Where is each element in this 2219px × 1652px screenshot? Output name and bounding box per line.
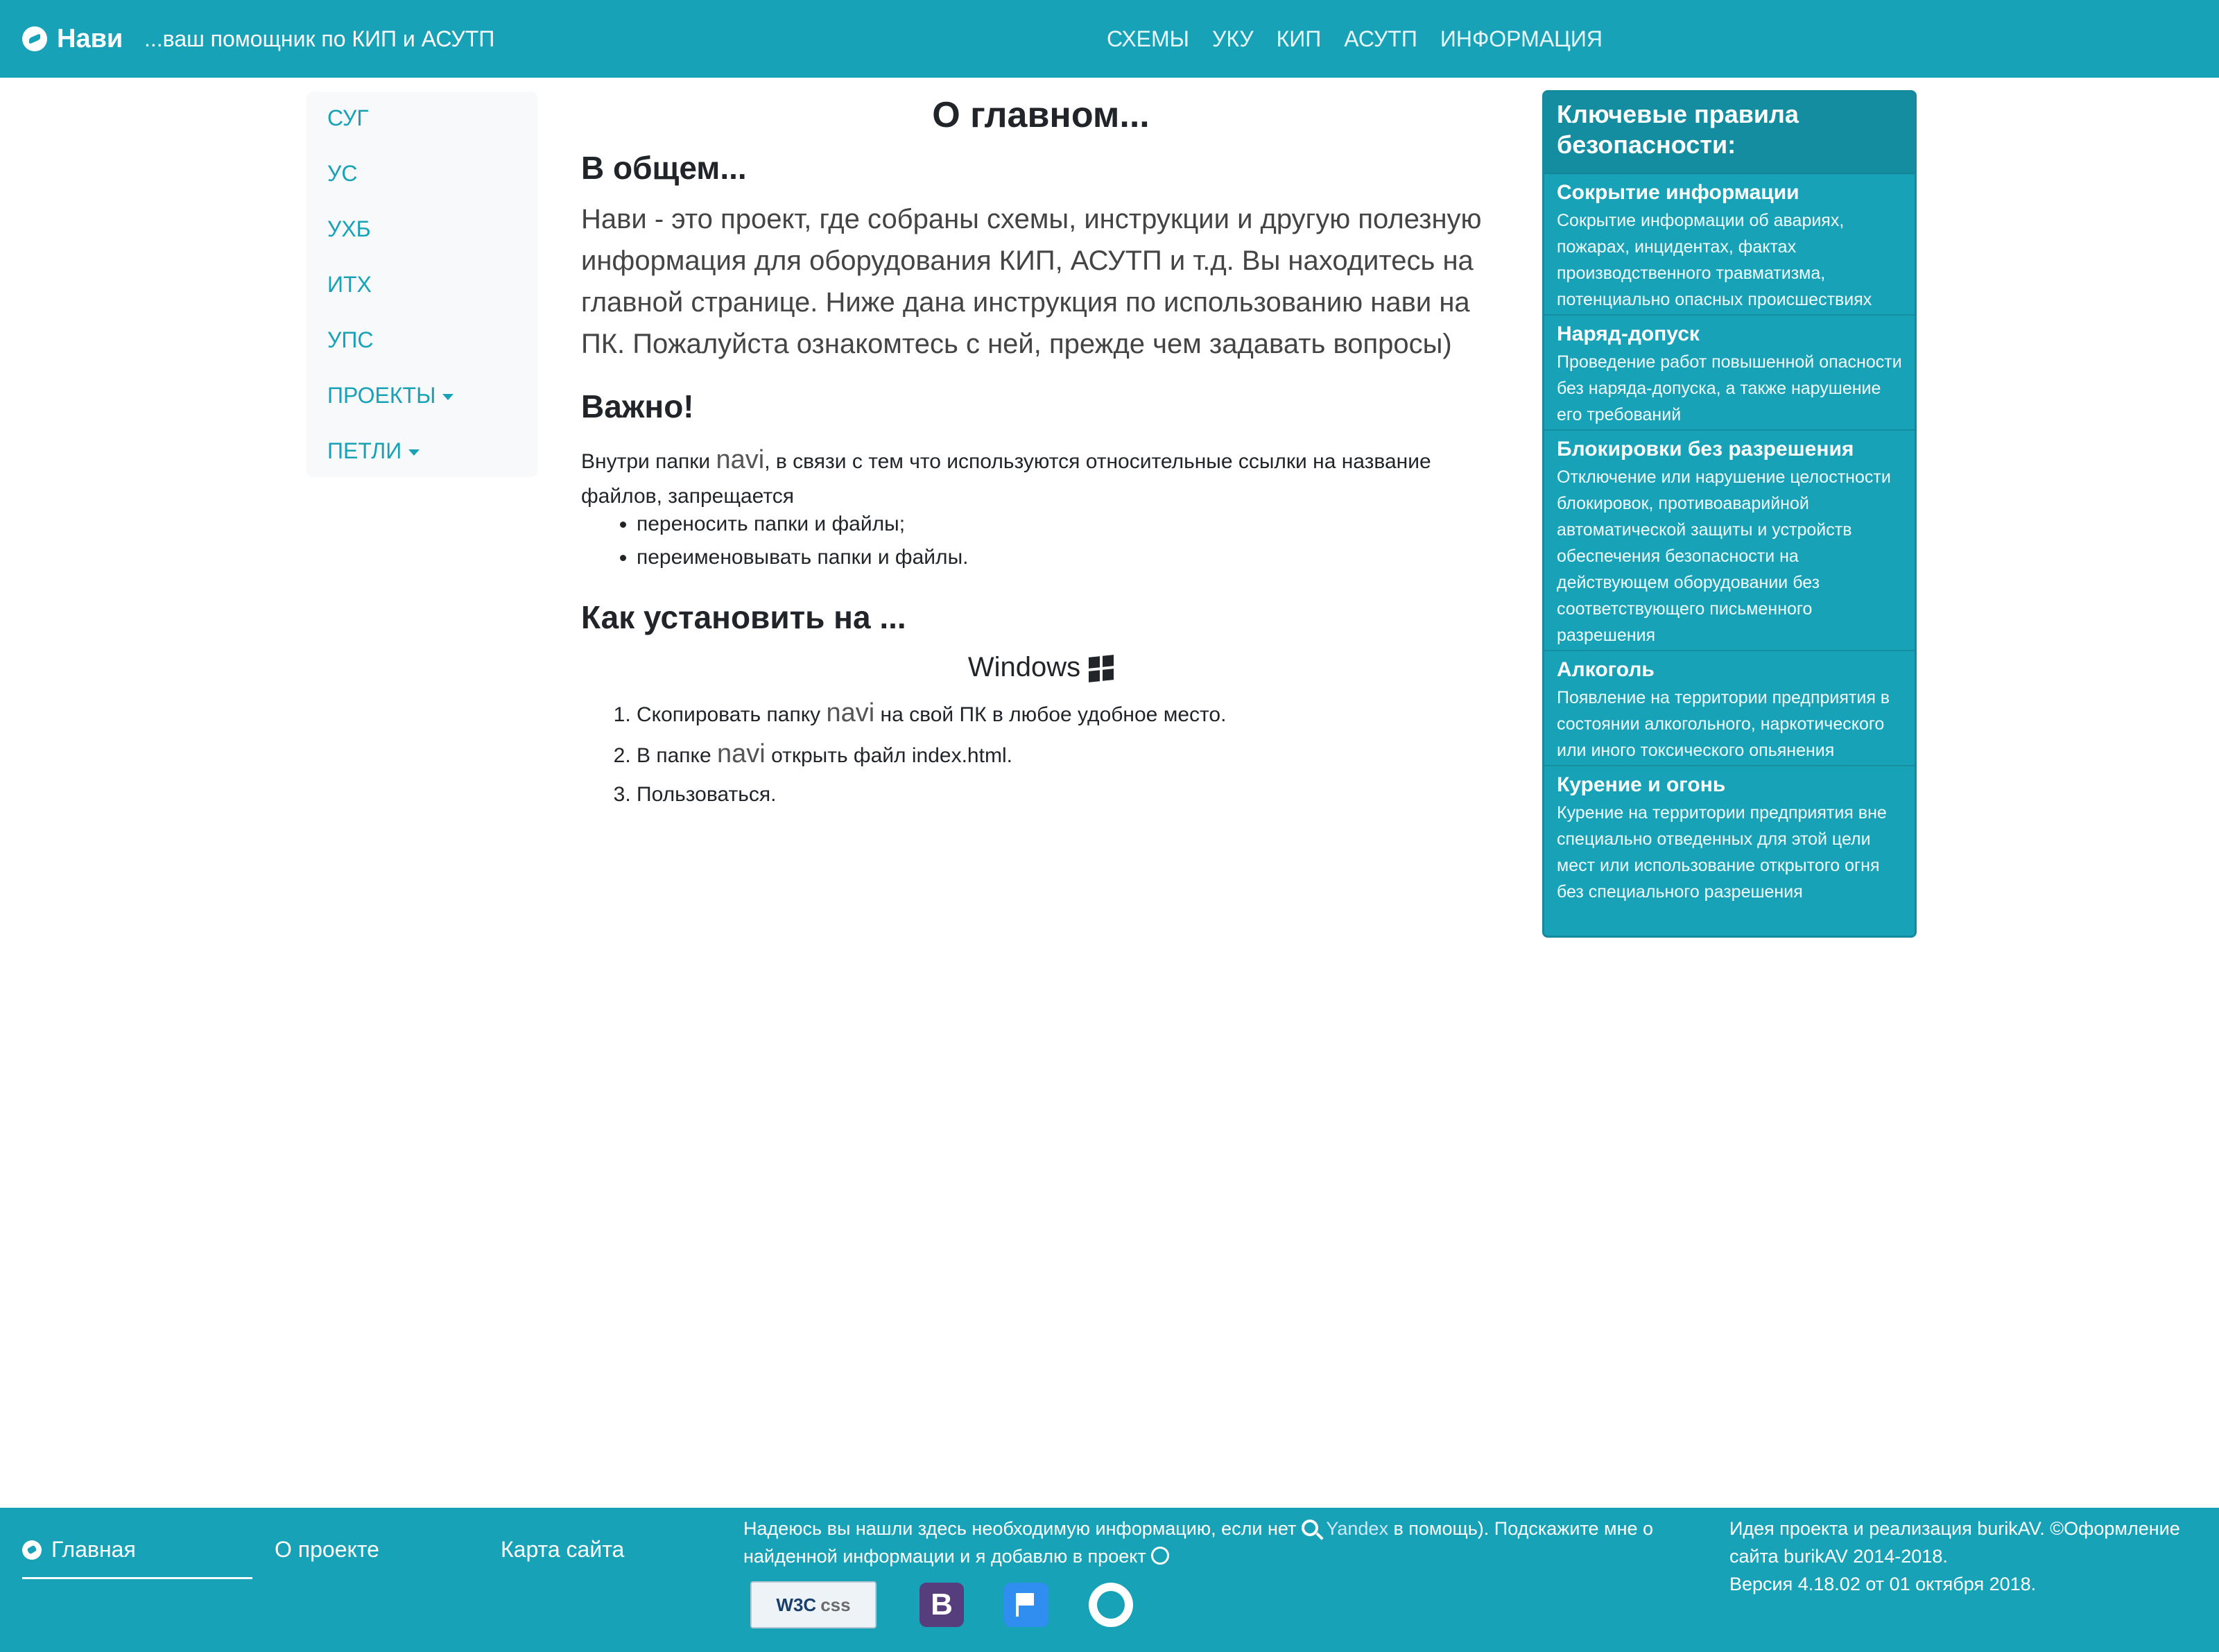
rule-item: Курение и огонь Курение на территории пр… <box>1544 766 1915 906</box>
text-fragment: Скопировать папку <box>637 703 827 726</box>
rule-text: Появление на территории предприятия в со… <box>1557 688 1890 760</box>
list-item: Пользоваться. <box>637 775 1226 814</box>
rule-title: Алкоголь <box>1557 658 1655 681</box>
sidebar-item-ups[interactable]: УПС <box>327 326 373 354</box>
nav-link-uku[interactable]: УКУ <box>1212 24 1254 54</box>
flag-icon[interactable] <box>1004 1583 1048 1627</box>
rule-title: Сокрытие информации <box>1557 181 1799 204</box>
rule-title: Курение и огонь <box>1557 773 1726 796</box>
sidebar-item-loops[interactable]: ПЕТЛИ <box>327 437 420 465</box>
rule-item: Сокрытие информации Сокрытие информации … <box>1544 174 1915 316</box>
windows-icon <box>1089 655 1114 683</box>
page-title: О главном... <box>932 95 1150 135</box>
footer-link-home[interactable]: Главная <box>22 1534 252 1579</box>
sidebar: СУГ УС УХБ ИТХ УПС ПРОЕКТЫ ПЕТЛИ <box>306 92 538 477</box>
forbidden-list: переносить папки и файлы; переименовыват… <box>609 508 968 574</box>
footer-link-sitemap[interactable]: Карта сайта <box>501 1534 624 1565</box>
text-fragment: Пользоваться. <box>637 783 777 806</box>
footer: Главная О проекте Карта сайта Надеюсь вы… <box>0 1508 2219 1652</box>
compass-icon <box>22 1540 42 1560</box>
intro-lead: Нави - это проект, где собраны схемы, ин… <box>581 204 1482 359</box>
top-navbar: Нави ...ваш помощник по КИП и АСУТП СХЕМ… <box>0 0 2219 78</box>
version-line: Версия 4.18.02 от 01 октября 2018. <box>1729 1574 2037 1594</box>
os-label: Windows <box>967 652 1081 682</box>
badge-text: css <box>820 1594 851 1615</box>
sidebar-item-us[interactable]: УС <box>327 160 357 187</box>
rule-text: Проведение работ повышенной опасности бе… <box>1557 352 1902 424</box>
safety-rules-panel: Ключевые правила безопасности: Сокрытие … <box>1542 90 1917 938</box>
rule-text: Отключение или нарушение целостности бло… <box>1557 467 1891 645</box>
search-icon <box>1301 1520 1318 1536</box>
brand-tagline: ...ваш помощник по КИП и АСУТП <box>144 26 495 51</box>
rule-title: Наряд-допуск <box>1557 322 1700 345</box>
folder-name: navi <box>717 739 766 768</box>
rule-item: Блокировки без разрешения Отключение или… <box>1544 431 1915 651</box>
badge-text: W3C <box>776 1594 817 1615</box>
smile-icon <box>1151 1547 1170 1565</box>
bootstrap-icon[interactable]: B <box>919 1583 964 1627</box>
brand-name: Нави <box>57 24 123 53</box>
os-heading: Windows <box>581 648 1501 687</box>
text-fragment: Надеюсь вы нашли здесь необходимую инфор… <box>743 1518 1302 1539</box>
sidebar-item-projects[interactable]: ПРОЕКТЫ <box>327 381 454 409</box>
sidebar-item-ith[interactable]: ИТХ <box>327 270 372 298</box>
sidebar-item-uhb[interactable]: УХБ <box>327 215 371 243</box>
copyright-line: Идея проекта и реализация burikAV. ©Офор… <box>1729 1518 2180 1567</box>
text-fragment: открыть файл index.html. <box>765 744 1012 767</box>
list-item: В папке navi открыть файл index.html. <box>637 734 1226 775</box>
rule-text: Курение на территории предприятия вне сп… <box>1557 803 1887 902</box>
brand-link[interactable]: Нави <box>22 19 123 58</box>
folder-name: navi <box>716 445 765 474</box>
footer-link-label: Главная <box>51 1537 136 1562</box>
text-fragment: Внутри папки <box>581 450 716 473</box>
rule-text: Сокрытие информации об авариях, пожарах,… <box>1557 211 1872 309</box>
github-icon[interactable] <box>1089 1583 1133 1627</box>
sidebar-item-sug[interactable]: СУГ <box>327 104 369 132</box>
nav-link-kip[interactable]: КИП <box>1277 24 1322 54</box>
list-item: Скопировать папку navi на свой ПК в любо… <box>637 694 1226 734</box>
rule-item: Наряд-допуск Проведение работ повышенной… <box>1544 316 1915 431</box>
yandex-link[interactable]: Yandex <box>1326 1518 1388 1539</box>
section-heading-install: Как установить на ... <box>581 599 906 635</box>
section-heading-general: В общем... <box>581 150 747 186</box>
panel-title: Ключевые правила безопасности: <box>1544 92 1915 174</box>
rule-item: Алкоголь Появление на территории предпри… <box>1544 651 1915 766</box>
footer-badges: W3C css B <box>750 1581 1133 1628</box>
compass-icon <box>22 26 47 51</box>
folder-name: navi <box>826 698 875 728</box>
footer-link-about[interactable]: О проекте <box>275 1534 379 1565</box>
nav-link-schemes[interactable]: СХЕМЫ <box>1107 24 1189 54</box>
footer-message: Надеюсь вы нашли здесь необходимую инфор… <box>743 1515 1666 1570</box>
text-fragment: В папке <box>637 744 718 767</box>
nav-link-asutp[interactable]: АСУТП <box>1344 24 1417 54</box>
top-nav-links: СХЕМЫ УКУ КИП АСУТП ИНФОРМАЦИЯ <box>1107 24 1625 54</box>
rule-title: Блокировки без разрешения <box>1557 438 1854 461</box>
caret-down-icon <box>408 449 420 456</box>
install-steps: Скопировать папку navi на свой ПК в любо… <box>609 694 1226 814</box>
text-fragment: на свой ПК в любое удобное место. <box>874 703 1227 726</box>
section-heading-important: Важно! <box>581 388 694 424</box>
list-item: переносить папки и файлы; <box>637 508 968 541</box>
list-item: переименовывать папки и файлы. <box>637 541 968 574</box>
sidebar-item-label: ПЕТЛИ <box>327 438 402 463</box>
w3c-css-badge[interactable]: W3C css <box>750 1581 877 1628</box>
caret-down-icon <box>442 394 454 401</box>
nav-link-info[interactable]: ИНФОРМАЦИЯ <box>1440 24 1603 54</box>
footer-copyright: Идея проекта и реализация burikAV. ©Офор… <box>1729 1515 2201 1598</box>
sidebar-item-label: ПРОЕКТЫ <box>327 383 436 408</box>
important-text: Внутри папки navi, в связи с тем что исп… <box>581 442 1483 514</box>
